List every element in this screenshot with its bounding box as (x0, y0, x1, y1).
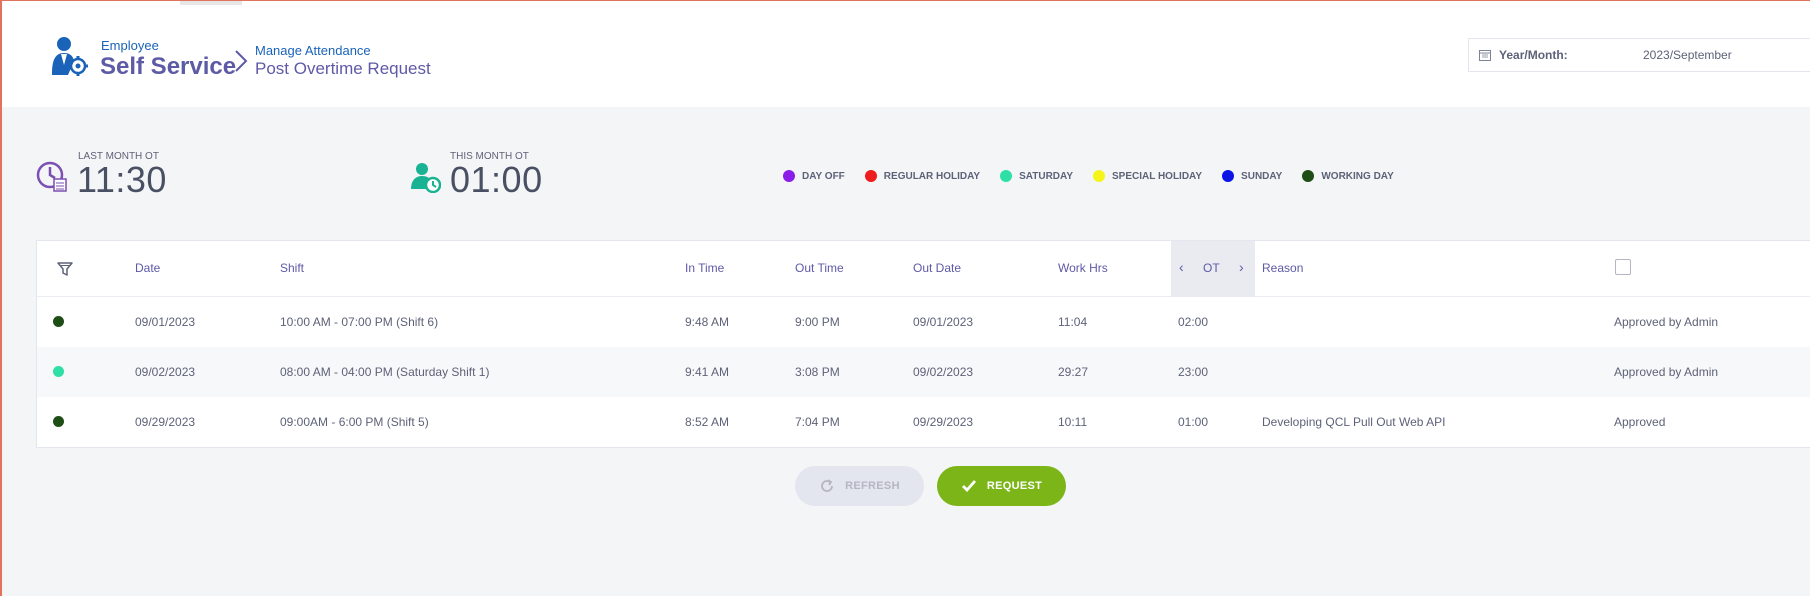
cell-in-time: 8:52 AM (685, 415, 730, 429)
cell-out-date: 09/02/2023 (913, 365, 974, 379)
refresh-label: REFRESH (845, 480, 900, 492)
legend-dot (1093, 170, 1106, 182)
refresh-icon (821, 479, 834, 492)
legend-label: SATURDAY (1019, 170, 1074, 182)
cell-shift: 10:00 AM - 07:00 PM (Shift 6) (280, 315, 439, 329)
this-month-ot-value: 01:00 (450, 159, 543, 200)
refresh-button[interactable]: REFRESH (795, 466, 924, 506)
user-clock-icon (411, 163, 441, 193)
column-header-work-hrs[interactable]: Work Hrs (1058, 261, 1108, 275)
cell-work-hrs: 29:27 (1058, 365, 1089, 379)
cell-ot: 23:00 (1178, 365, 1209, 379)
table-row[interactable]: 09/29/2023 09:00AM - 6:00 PM (Shift 5) 8… (37, 397, 1810, 447)
cell-work-hrs: 11:04 (1058, 315, 1088, 329)
cell-date: 09/01/2023 (135, 315, 196, 329)
legend-dot (1000, 170, 1013, 182)
cell-reason: Developing QCL Pull Out Web API (1262, 415, 1446, 429)
legend-label: SUNDAY (1241, 170, 1283, 182)
cell-shift: 09:00AM - 6:00 PM (Shift 5) (280, 415, 429, 429)
table-row[interactable]: 09/01/2023 10:00 AM - 07:00 PM (Shift 6)… (37, 297, 1810, 347)
select-all-checkbox[interactable] (1615, 259, 1631, 275)
cell-out-date: 09/29/2023 (913, 415, 974, 429)
calendar-icon (1479, 50, 1491, 61)
cell-date: 09/29/2023 (135, 415, 196, 429)
cell-shift: 08:00 AM - 04:00 PM (Saturday Shift 1) (280, 365, 490, 379)
brand-subtitle: Employee (101, 38, 159, 53)
legend-item: REGULAR HOLIDAY (864, 170, 981, 182)
cell-out-time: 7:04 PM (795, 415, 840, 429)
day-type-dot (53, 416, 64, 427)
legend-label: DAY OFF (802, 170, 845, 182)
column-header-shift[interactable]: Shift (280, 261, 304, 275)
cell-status: Approved by Admin (1614, 365, 1719, 379)
request-button[interactable]: REQUEST (937, 466, 1066, 506)
year-month-picker[interactable]: Year/Month: 2023/September (1468, 38, 1810, 72)
cell-ot: 01:00 (1178, 415, 1209, 429)
cell-status: Approved by Admin (1614, 315, 1719, 329)
request-label: REQUEST (986, 480, 1043, 492)
cell-out-date: 09/01/2023 (913, 315, 974, 329)
chevron-right-icon (235, 50, 248, 72)
legend-dot (1222, 170, 1235, 182)
overtime-table: Date Shift In Time Out Time Out Date Wor… (36, 240, 1810, 448)
year-month-value: 2023/September (1643, 48, 1732, 62)
column-header-ot: ‹ OT › (1171, 241, 1255, 297)
cell-in-time: 9:48 AM (685, 315, 730, 329)
cell-status: Approved (1614, 415, 1666, 429)
cell-out-time: 9:00 PM (795, 315, 840, 329)
column-header-date[interactable]: Date (135, 261, 160, 275)
column-header-out-time[interactable]: Out Time (795, 261, 844, 275)
last-month-ot-value: 11:30 (77, 159, 167, 200)
legend-label: WORKING DAY (1321, 170, 1394, 182)
cell-in-time: 9:41 AM (685, 365, 730, 379)
cell-date: 09/02/2023 (135, 365, 196, 379)
day-type-dot (53, 366, 64, 377)
legend-item: DAY OFF (783, 170, 845, 182)
legend-label: REGULAR HOLIDAY (883, 170, 981, 182)
table-header: Date Shift In Time Out Time Out Date Wor… (37, 241, 1810, 297)
table-row[interactable]: 09/02/2023 08:00 AM - 04:00 PM (Saturday… (37, 347, 1810, 397)
legend-item: SATURDAY (1000, 170, 1073, 182)
legend-item: WORKING DAY (1302, 170, 1394, 182)
filter-icon[interactable] (57, 261, 73, 277)
employee-settings-icon (52, 37, 88, 76)
column-header-reason[interactable]: Reason (1262, 261, 1303, 275)
legend-item: SUNDAY (1222, 170, 1282, 182)
day-type-dot (53, 316, 64, 327)
cell-ot: 02:00 (1178, 315, 1209, 329)
legend-item: SPECIAL HOLIDAY (1093, 170, 1202, 182)
cell-work-hrs: 10:11 (1058, 415, 1088, 429)
cell-out-time: 3:08 PM (795, 365, 840, 379)
legend-dot (1302, 170, 1315, 182)
clock-calendar-icon (36, 161, 67, 192)
page-title: Post Overtime Request (255, 59, 431, 78)
chevron-left-icon[interactable]: ‹ (1179, 259, 1184, 275)
page-header: Employee Self Service Manage Attendance … (2, 5, 1810, 107)
legend-dot (864, 170, 877, 182)
chevron-right-icon[interactable]: › (1239, 259, 1244, 275)
check-icon (961, 480, 976, 493)
brand-title: Self Service (100, 53, 237, 80)
column-header-in-time[interactable]: In Time (685, 261, 724, 275)
day-type-legend: DAY OFF REGULAR HOLIDAY SATURDAY SPECIAL… (783, 168, 1414, 184)
year-month-label: Year/Month: (1499, 48, 1568, 62)
ot-header-label: OT (1203, 261, 1220, 275)
legend-dot (783, 170, 795, 182)
column-header-out-date[interactable]: Out Date (913, 261, 961, 275)
legend-label: SPECIAL HOLIDAY (1112, 170, 1203, 182)
breadcrumb-parent[interactable]: Manage Attendance (255, 43, 371, 58)
